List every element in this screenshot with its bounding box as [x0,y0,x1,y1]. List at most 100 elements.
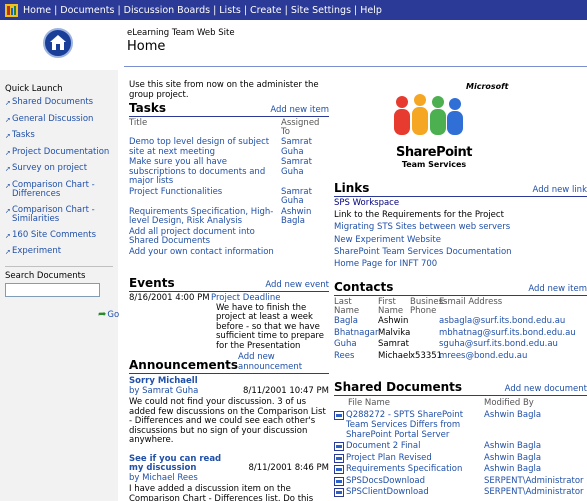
tasks-column-headers: Title Assigned To [129,119,329,137]
announcement-body: We could not find your discussion. 3 of … [129,397,326,445]
contact-row: Rees Michael x53351 mrees@bond.edu.au [334,350,528,361]
word-document-icon [334,442,344,451]
quicklaunch-item-comparison-similarities[interactable]: ➚ Comparison Chart - Similarities [5,205,118,225]
nav-discussion-boards[interactable]: Discussion Boards [124,5,210,16]
contacts-column-headers: Last Name First Name Business Phone E-ma… [334,297,503,316]
nav-site-settings[interactable]: Site Settings [291,5,351,16]
search-label: Search Documents [5,265,113,281]
contact-row: Bagla Ashwin asbagla@surf.its.bond.edu.au [334,316,566,326]
quicklaunch-item-site-comments[interactable]: ➚ 160 Site Comments [5,230,118,242]
file-icon [334,488,344,497]
contacts-title: Contacts [334,280,394,294]
quick-launch: Quick Launch ➚ Shared Documents ➚ General … [0,70,118,501]
site-name: eLearning Team Web Site [127,28,235,38]
event-row: 8/16/2001 4:00 PM Project Deadline We ha… [129,293,329,351]
sharepoint-logo-icon [5,3,18,17]
add-announcement-link[interactable]: Add new announcement [238,352,329,372]
arrow-icon: ➚ [5,148,11,157]
word-document-icon [334,453,344,463]
announcement-title[interactable]: See if you can read my discussion [129,454,234,474]
event-description: We have to finish the project at least a… [216,302,324,351]
arrow-icon: ➚ [5,165,11,173]
quicklaunch-item-project-documentation[interactable]: ➚ Project Documentation [5,147,118,159]
announcement-item: Sorry Michaell by Samrat Guha 8/11/2001 … [129,376,329,446]
quicklaunch-item-comparison-differences[interactable]: ➚ Comparison Chart - Differences [5,180,118,200]
arrow-icon: ➚ [5,99,11,107]
link-item[interactable]: New Experiment Website [334,234,587,246]
tasks-section: Tasks Add new item Title Assigned To Dem… [129,101,329,257]
link-item[interactable]: Migrating STS Sites between web servers [334,221,587,233]
events-header: Events Add new event [129,276,329,292]
arrow-icon: ➚ [5,132,11,140]
tasks-title: Tasks [129,101,167,115]
link-item[interactable]: Link to the Requirements for the Project [334,209,587,221]
arrow-icon: ➚ [5,206,11,215]
word-document-icon [334,465,344,474]
go-arrow-icon: ➦ [98,309,107,320]
tasks-col-title[interactable]: Title [129,119,281,137]
contact-row: Guha Samrat sguha@surf.its.bond.edu.au [334,339,558,349]
announcement-meta: See if you can read my discussion 8/11/2… [129,452,329,474]
shared-documents-header: Shared Documents Add new document [334,380,587,396]
add-contact-link[interactable]: Add new item [528,284,587,294]
document-row: SPSClientDownload SERPENT\Administrator [334,487,587,497]
people-icon [394,94,463,135]
arrow-icon: ➚ [5,115,11,124]
event-title[interactable]: Project Deadline [211,293,281,303]
announcement-author[interactable]: by Samrat Guha [129,386,198,397]
search-input[interactable] [5,282,100,297]
quicklaunch-item-survey[interactable]: ➚ Survey on project [5,163,118,175]
nav-help[interactable]: Help [360,5,382,16]
announcement-body: I have added a discussion item on the Co… [129,484,314,501]
link-item[interactable]: SPS Workspace [334,197,587,209]
link-item[interactable]: SharePoint Team Services Documentation [334,246,587,258]
add-task-link[interactable]: Add new item [270,105,329,115]
quicklaunch-item-shared-documents[interactable]: ➚ Shared Documents [5,97,118,109]
shared-documents-title: Shared Documents [334,380,463,394]
nav-home[interactable]: Home [23,5,51,16]
announcement-author[interactable]: by Michael Rees [129,473,329,484]
nav-create[interactable]: Create [250,5,282,16]
site-header: eLearning Team Web Site Home [127,28,235,54]
announcement-meta: by Samrat Guha 8/11/2001 10:47 PM [129,385,329,397]
announcements-header: Announcements Add new announcement [129,352,329,374]
announcement-item: See if you can read my discussion 8/11/2… [129,452,329,501]
go-button[interactable]: ➦ Go [98,309,119,320]
task-row: Add your own contact information [129,246,274,257]
contacts-section: Contacts Add new item Last Name First Na… [334,280,587,362]
document-row: Requirements Specification Ashwin Bagla [334,464,587,474]
tasks-col-assigned[interactable]: Assigned To [281,119,329,137]
intro-text: Use this site from now on the administer… [129,80,319,100]
header-divider [124,66,587,67]
file-icon [334,476,344,486]
sharepoint-wordmark: SharePoint [395,145,473,160]
task-row: Demo top level design of subject site at… [129,137,312,157]
task-row: Requirements Specification, High-level D… [129,206,312,226]
add-document-link[interactable]: Add new document [505,384,587,394]
document-icon [334,410,344,420]
nav-documents[interactable]: Documents [60,5,114,16]
links-header: Links Add new link [334,181,587,197]
event-body: Project Deadline We have to finish the p… [211,293,329,351]
add-link[interactable]: Add new link [533,185,587,195]
announcement-date: 8/11/2001 10:47 PM [243,385,329,396]
events-section: Events Add new event 8/16/2001 4:00 PM P… [129,276,329,351]
document-row: Project Plan Revised Ashwin Bagla [334,453,587,463]
document-row: Document 2 Final Ashwin Bagla [334,441,587,451]
links-section: Links Add new link SPS Workspace Link to… [334,181,587,270]
top-nav-links: Home | Documents | Discussion Boards | Lists | C… [23,4,382,16]
quicklaunch-item-general-discussion[interactable]: ➚ General Discussion [5,114,118,126]
home-icon[interactable] [43,28,73,58]
task-row: Add all project document into Shared Doc… [129,226,255,246]
shared-documents-column-headers: File Name Modified By [348,398,534,408]
nav-lists[interactable]: Lists [219,5,241,16]
quicklaunch-item-tasks[interactable]: ➚ Tasks [5,130,118,142]
announcements-section: Announcements Add new announcement Sorry… [129,352,329,501]
tasks-header: Tasks Add new item [129,101,329,117]
quicklaunch-item-experiment[interactable]: ➚ Experiment [5,246,118,258]
add-event-link[interactable]: Add new event [265,280,329,290]
contacts-header: Contacts Add new item [334,280,587,296]
sharepoint-team-services-logo: Microsoft SharePoint Team Services [388,82,518,172]
task-row: Make sure you all have subscriptions to … [129,157,312,186]
link-item[interactable]: Home Page for INFT 700 [334,258,587,270]
